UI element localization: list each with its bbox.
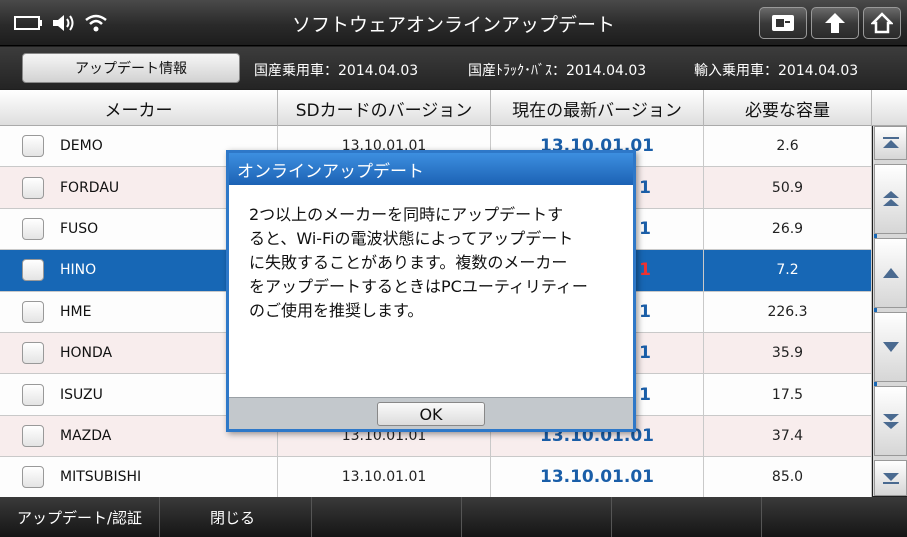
row-checkbox[interactable] xyxy=(22,383,44,406)
dialog-message-line: 2つ以上のメーカーを同時にアップデートす xyxy=(249,205,564,224)
update-info-button[interactable]: アップデート情報 xyxy=(22,53,240,83)
title-bar: ソフトウェアオンラインアップデート xyxy=(0,0,907,46)
maker-name: HINO xyxy=(60,262,97,279)
required-size: 226.3 xyxy=(704,291,872,332)
maker-name: ISUZU xyxy=(60,386,103,403)
row-checkbox[interactable] xyxy=(22,342,44,365)
screen-button[interactable] xyxy=(759,7,807,39)
column-header-latest-version: 現在の最新バージョン xyxy=(491,90,704,126)
maker-name: HME xyxy=(60,303,92,320)
home-button[interactable] xyxy=(863,7,901,39)
row-checkbox[interactable] xyxy=(22,300,44,323)
home-icon xyxy=(871,12,893,34)
back-button[interactable] xyxy=(811,7,859,39)
maker-name: DEMO xyxy=(60,138,103,155)
update-auth-button[interactable]: アップデート/認証 xyxy=(0,497,160,537)
scroll-up-icon xyxy=(882,268,899,278)
dialog-footer: OK xyxy=(229,397,633,429)
dialog-message-line: をアップデートするときはPCユーティリティー xyxy=(249,277,588,296)
scroll-bottom-button[interactable] xyxy=(874,460,907,496)
required-size: 50.9 xyxy=(704,167,872,208)
required-size: 2.6 xyxy=(704,126,872,167)
info-bar: アップデート情報 国産乗用車：2014.04.03 国産ﾄﾗｯｸ･ﾊﾞｽ：201… xyxy=(0,47,907,89)
page-up-button[interactable] xyxy=(874,164,907,234)
required-size: 26.9 xyxy=(704,208,872,250)
page-down-icon xyxy=(882,414,899,429)
domestic-truck-date: 国産ﾄﾗｯｸ･ﾊﾞｽ：2014.04.03 xyxy=(468,63,647,79)
scroll-down-button[interactable] xyxy=(874,312,907,382)
maker-name: MITSUBISHI xyxy=(60,469,142,486)
required-size: 85.0 xyxy=(704,457,872,498)
dialog-message-line: ると、Wi-Fiの電波状態によってアップデート xyxy=(249,229,574,248)
scroll-bottom-icon xyxy=(882,473,899,484)
row-checkbox[interactable] xyxy=(22,135,44,158)
latest-version: 13.10.01.01 xyxy=(491,457,704,498)
bottom-bar: アップデート/認証 閉じる xyxy=(0,497,907,537)
table-header: メーカー SDカードのバージョン 現在の最新バージョン 必要な容量 xyxy=(0,90,907,126)
maker-name: MAZDA xyxy=(60,427,112,444)
scroll-column xyxy=(873,126,907,496)
required-size: 7.2 xyxy=(704,250,872,291)
domestic-car-date: 国産乗用車：2014.04.03 xyxy=(254,63,419,79)
required-size: 17.5 xyxy=(704,374,872,415)
column-header-sd-version: SDカードのバージョン xyxy=(278,90,491,126)
empty-slot-4 xyxy=(462,497,612,537)
scroll-up-button[interactable] xyxy=(874,238,907,308)
maker-name: FUSO xyxy=(60,220,99,237)
ok-button[interactable]: OK xyxy=(377,402,485,426)
screen-icon xyxy=(772,15,794,31)
row-checkbox[interactable] xyxy=(22,259,44,282)
page-up-icon xyxy=(882,191,899,206)
row-checkbox[interactable] xyxy=(22,217,44,240)
required-size: 37.4 xyxy=(704,415,872,457)
empty-slot-5 xyxy=(612,497,762,537)
back-icon xyxy=(825,13,845,33)
page-down-button[interactable] xyxy=(874,386,907,456)
dialog-title: オンラインアップデート xyxy=(229,153,633,185)
dialog-message-line: に失敗することがあります。複数のメーカー xyxy=(249,253,568,272)
import-car-date: 輸入乗用車：2014.04.03 xyxy=(694,63,859,79)
close-button[interactable]: 閉じる xyxy=(160,497,312,537)
empty-slot-6 xyxy=(762,497,907,537)
row-checkbox[interactable] xyxy=(22,176,44,199)
scroll-top-button[interactable] xyxy=(874,126,907,160)
required-size: 35.9 xyxy=(704,332,872,374)
dialog-message: 2つ以上のメーカーを同時にアップデートす ると、Wi-Fiの電波状態によってアッ… xyxy=(229,185,633,397)
row-checkbox[interactable] xyxy=(22,466,44,489)
table-row[interactable]: MITSUBISHI 13.10.01.01 13.10.01.01 85.0 xyxy=(0,457,872,499)
sd-version: 13.10.01.01 xyxy=(278,457,491,498)
online-update-dialog: オンラインアップデート 2つ以上のメーカーを同時にアップデートす ると、Wi-F… xyxy=(226,150,636,432)
row-checkbox[interactable] xyxy=(22,424,44,447)
scroll-down-icon xyxy=(882,342,899,352)
maker-name: FORDAU xyxy=(60,179,120,196)
column-header-required-size: 必要な容量 xyxy=(704,90,872,126)
maker-name: HONDA xyxy=(60,345,113,362)
column-header-spacer xyxy=(872,90,907,126)
empty-slot-3 xyxy=(312,497,462,537)
scroll-top-icon xyxy=(882,137,899,148)
dialog-message-line: のご使用を推奨します。 xyxy=(249,301,424,320)
column-header-maker: メーカー xyxy=(0,90,278,126)
